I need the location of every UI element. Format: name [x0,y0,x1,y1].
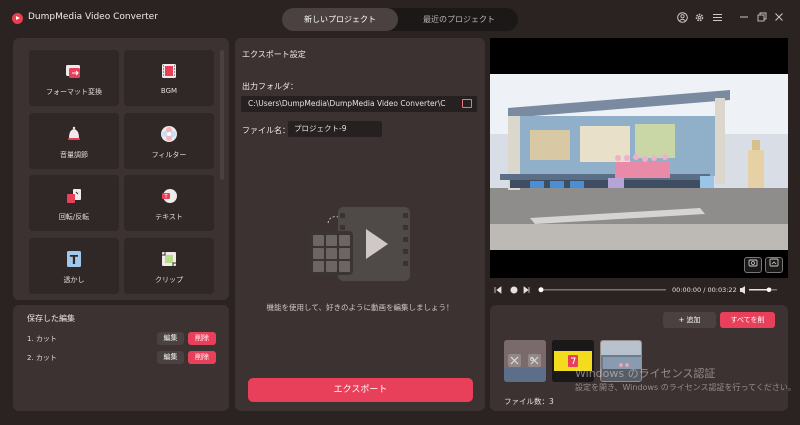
saved-item-1-delete-button[interactable]: 削除 [188,332,216,345]
restore-icon[interactable] [755,12,769,26]
menu-icon[interactable] [710,12,724,27]
add-file-button[interactable]: + 追加 [663,312,716,328]
tool-label: フィルター [151,151,187,159]
volume-bell-icon [64,124,84,144]
seek-track [540,289,666,291]
open-snapshot-folder-icon[interactable] [765,257,783,273]
tool-label: 回転/反転 [58,213,90,221]
playback-time: 00:00:00 / 00:03:22 [672,286,737,294]
file-count: ファイル数：3 [504,397,554,406]
previous-frame-icon [494,286,502,294]
next-frame-icon [523,286,530,294]
video-frame-image [490,74,788,250]
tab-recent-projects[interactable]: 最近のプロジェクト [400,8,518,31]
tab-new-project[interactable]: 新しいプロジェクト [282,8,398,31]
file-name-label: ファイル名： [242,126,290,135]
text-icon: T [159,186,179,206]
settings-gear-icon[interactable] [692,12,706,27]
watermark-icon: T [64,249,84,269]
play-icon [510,286,518,294]
tool-bgm[interactable]: BGM [124,50,214,106]
saved-item-2-delete-button[interactable]: 削除 [188,351,216,364]
app-logo-icon [12,13,23,24]
folder-open-icon[interactable] [462,99,472,108]
saved-item-2-label: 2. カット [27,354,57,362]
output-folder-label: 出力フォルダ： [242,82,298,91]
clip-icon [159,249,179,269]
seek-handle [538,287,544,293]
tool-label: 透かし [63,276,85,284]
rotate-icon [64,186,84,206]
windows-activation-watermark-title: Windows のライセンス認証 [575,367,716,380]
app-title: DumpMedia Video Converter [28,12,158,22]
format-convert-icon [64,61,84,81]
windows-activation-watermark-text: 設定を開き、Windows のライセンス認証を行ってください。 [575,383,796,392]
tool-label: フォーマット変換 [46,88,102,96]
tool-rotate[interactable]: 回転/反転 [29,175,119,231]
saved-item-2-edit-button[interactable]: 編集 [157,351,184,364]
empty-hint-text: 機能を使用して、好きのように動画を編集しましょう！ [266,303,454,312]
filter-flower-icon [159,124,179,144]
tool-format-convert[interactable]: フォーマット変換 [29,50,119,106]
svg-text:T: T [70,253,79,267]
tool-filter[interactable]: フィルター [124,113,214,169]
tools-scrollbar[interactable] [220,50,224,180]
project-tabs: 新しいプロジェクト 最近のプロジェクト [282,8,518,31]
video-preview[interactable] [490,38,788,278]
file-thumbnail-1[interactable] [504,340,546,382]
tool-label: クリップ [155,276,183,284]
tool-watermark[interactable]: T 透かし [29,238,119,294]
tool-volume[interactable]: 音量調節 [29,113,119,169]
tool-clip[interactable]: クリップ [124,238,214,294]
tool-label: テキスト [155,213,183,221]
export-settings-title: エクスポート設定 [242,50,306,59]
account-icon[interactable] [675,12,689,27]
title-bar: DumpMedia Video Converter 新しいプロジェクト 最近のプ… [0,0,800,38]
export-button[interactable]: エクスポート [248,378,473,402]
saved-edits-title: 保存した編集 [27,314,75,323]
tool-label: 音量調節 [60,151,88,159]
delete-all-button[interactable]: すべてを削 [720,312,775,328]
volume-icon [740,286,745,294]
player-controls [490,282,788,298]
empty-editor-illustration-icon [308,205,412,285]
output-folder-field[interactable]: C:\Users\DumpMedia\DumpMedia Video Conve… [241,96,477,112]
close-icon[interactable] [772,12,786,26]
tool-text[interactable]: T テキスト [124,175,214,231]
saved-item-1-edit-button[interactable]: 編集 [157,332,184,345]
file-name-field[interactable]: プロジェクト-9 [288,121,382,137]
tool-label: BGM [160,87,178,95]
bgm-film-icon [159,61,179,81]
snapshot-camera-icon[interactable] [744,257,762,273]
minimize-icon[interactable] [737,12,751,26]
saved-item-1-label: 1. カット [27,335,57,343]
